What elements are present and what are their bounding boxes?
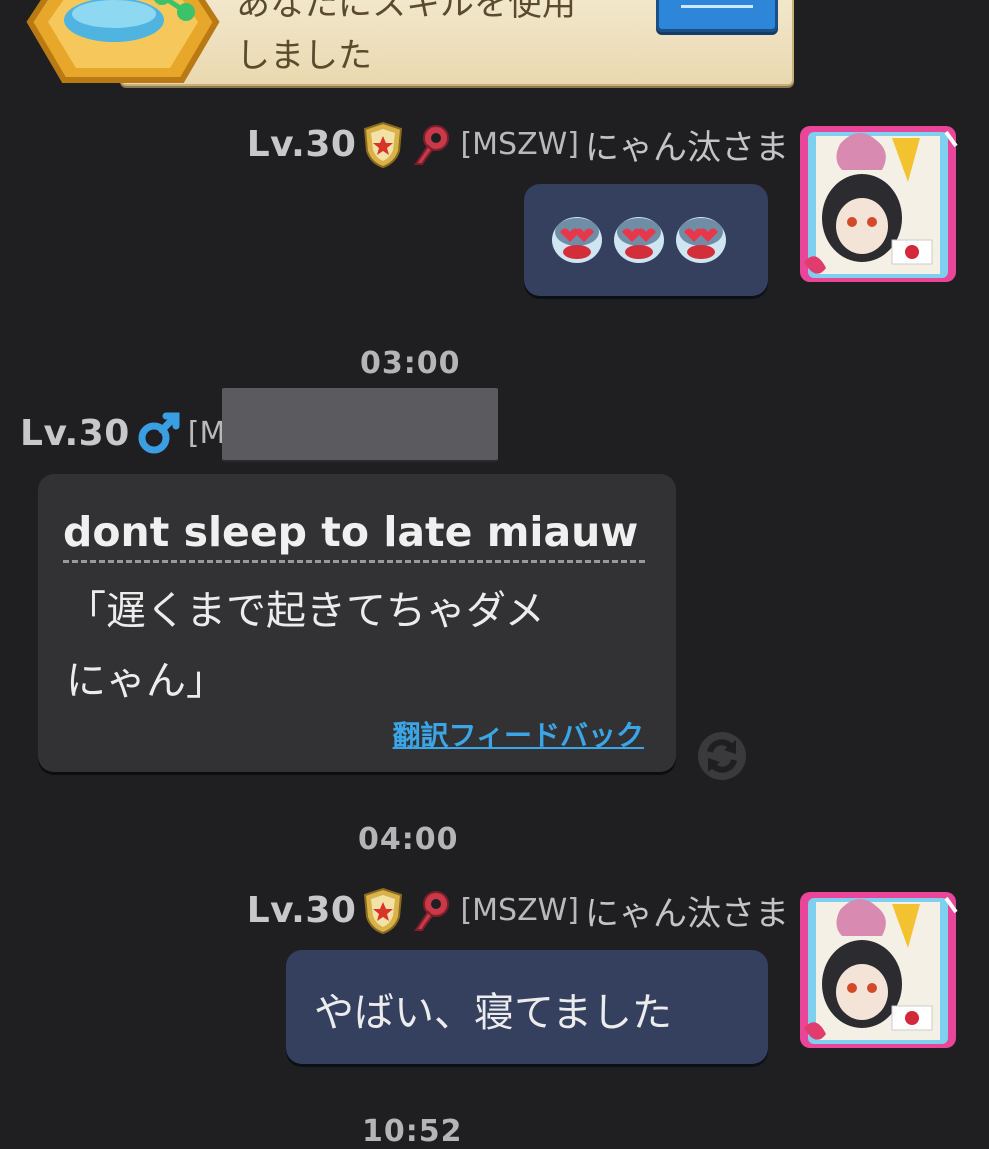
message-bubble[interactable]: やばい、寝てました: [286, 950, 768, 1064]
sender-level: Lv.30: [246, 890, 357, 931]
system-notification-text: あなたにスキルを使用 しました: [236, 0, 656, 82]
male-gender-icon: [138, 412, 180, 454]
message-timestamp: 10:52: [362, 1114, 463, 1149]
heart-eyes-emote-icon: [614, 217, 664, 263]
ribbon-icon: [414, 124, 450, 165]
system-notification-line1: あなたにスキルを使用: [236, 0, 576, 24]
emote-row: [550, 214, 728, 266]
sender-level: Lv.30: [246, 124, 357, 165]
refresh-translation-icon[interactable]: [696, 730, 748, 782]
original-text-line2: にゃん」: [66, 658, 226, 704]
message-timestamp: 03:00: [360, 346, 461, 381]
original-text: 「遅くまで起きてちゃダメ にゃん」: [66, 576, 646, 716]
avatar[interactable]: [796, 122, 960, 286]
sender-line: Lv.30 [M: [20, 410, 225, 456]
ribbon-icon: [414, 890, 450, 931]
message-bubble-translated[interactable]: dont sleep to late miauw 「遅くまで起きてちゃダメ にゃ…: [38, 474, 676, 772]
notification-action-button[interactable]: [656, 0, 778, 32]
sender-name: にゃん汰さま: [585, 128, 789, 168]
message-bubble[interactable]: [524, 184, 768, 296]
sender-line: Lv.30 [MSZW] にゃん汰さま: [247, 120, 789, 169]
system-notification-line2: しました: [236, 36, 372, 76]
message-timestamp: 04:00: [358, 822, 459, 857]
shield-icon: [364, 887, 403, 934]
message-text: やばい、寝てました: [314, 990, 672, 1036]
skill-share-icon: [26, 0, 220, 83]
clan-tag: [MSZW]: [460, 127, 579, 162]
clan-tag: [MSZW]: [460, 893, 579, 928]
sender-name: にゃん汰さま: [585, 894, 789, 934]
heart-eyes-emote-icon: [552, 217, 602, 263]
translation-feedback-link[interactable]: 翻訳フィードバック: [393, 714, 644, 754]
heart-eyes-emote-icon: [676, 217, 726, 263]
shield-icon: [364, 121, 403, 168]
sender-level: Lv.30: [20, 412, 130, 454]
sender-line: Lv.30 [MSZW] にゃん汰さま: [247, 886, 789, 935]
avatar[interactable]: [796, 888, 960, 1052]
clan-tag-partial: [M: [187, 415, 226, 451]
original-text-line1: 「遅くまで起きてちゃダメ: [66, 588, 545, 634]
translated-text: dont sleep to late miauw: [63, 508, 645, 563]
redacted-name: [222, 388, 498, 460]
